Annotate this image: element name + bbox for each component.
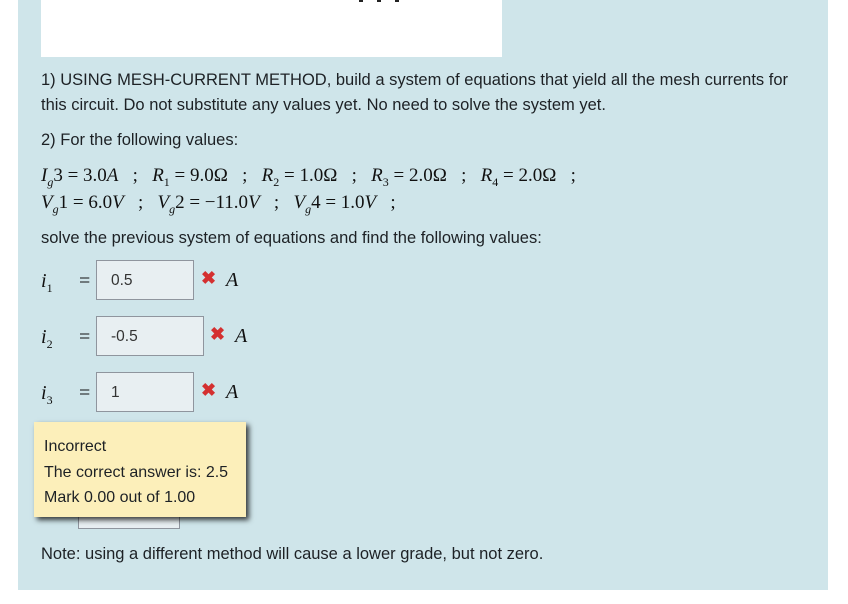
method-note: Note: using a different method will caus…	[41, 545, 544, 563]
incorrect-icon: ✖	[210, 324, 226, 344]
param-r2: R2 = 1.0Ω	[261, 165, 338, 189]
param-vg2: Vg2 = −11.0V	[157, 192, 260, 216]
circuit-fragment	[359, 0, 363, 2]
question-part2: 2) For the following values:	[41, 131, 239, 149]
answer-row-i2: i2 = -0.5 ✖ A	[41, 316, 341, 358]
equals-sign: =	[79, 326, 91, 348]
feedback-state: Incorrect	[44, 438, 107, 455]
answer-input-i2[interactable]: -0.5	[96, 316, 204, 356]
equals-sign: =	[79, 270, 91, 292]
values-line-2: Vg1 = 6.0V ; Vg2 = −11.0V ; Vg4 = 1.0V ;	[41, 192, 396, 216]
param-ig3: Ig3 = 3.0A	[41, 165, 119, 189]
values-line-1: Ig3 = 3.0A ; R1 = 9.0Ω ; R2 = 1.0Ω ; R3 …	[41, 165, 576, 189]
answer-input-i1[interactable]: 0.5	[96, 260, 194, 300]
answer-row-i1: i1 = 0.5 ✖ A	[41, 260, 341, 302]
circuit-fragment	[395, 0, 399, 2]
unit-label: A	[235, 325, 248, 347]
var-i1: i1	[41, 270, 53, 295]
circuit-fragment	[377, 0, 381, 2]
answer-input-i3[interactable]: 1	[96, 372, 194, 412]
feedback-mark: Mark 0.00 out of 1.00	[44, 489, 196, 506]
circuit-image	[41, 0, 502, 57]
solve-instruction: solve the previous system of equations a…	[41, 229, 542, 247]
param-vg1: Vg1 = 6.0V	[41, 192, 124, 216]
question-part1: 1) USING MESH-CURRENT METHOD, build a sy…	[41, 71, 789, 114]
param-r1: R1 = 9.0Ω	[152, 165, 228, 189]
feedback-correct-answer: The correct answer is: 2.5	[44, 463, 229, 481]
unit-label: A	[226, 381, 239, 403]
var-i3: i3	[41, 382, 53, 407]
equals-sign: =	[79, 382, 91, 404]
answer-row-i3: i3 = 1 ✖ A	[41, 372, 341, 414]
var-i2: i2	[41, 326, 53, 351]
feedback-popup: Incorrect The correct answer is: 2.5 Mar…	[34, 422, 246, 517]
param-r3: R3 = 2.0Ω	[371, 165, 447, 189]
incorrect-icon: ✖	[201, 268, 217, 288]
incorrect-icon: ✖	[201, 380, 217, 400]
param-r4: R4 = 2.0Ω	[480, 165, 557, 189]
param-vg4: Vg4 = 1.0V	[293, 192, 377, 216]
unit-label: A	[226, 269, 239, 291]
